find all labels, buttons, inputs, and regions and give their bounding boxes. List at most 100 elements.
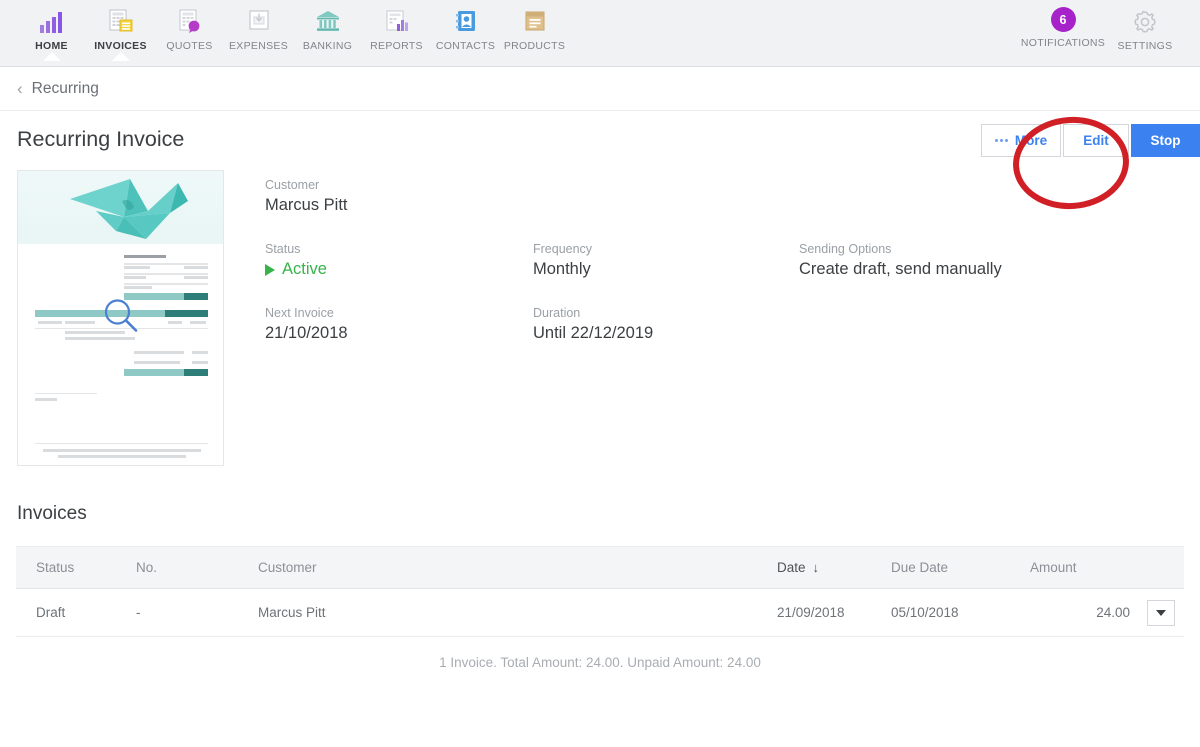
magnifier-icon	[102, 297, 140, 340]
primary-nav-group: HOME INVOICES QUOTES EXPENSES BANKING RE…	[0, 0, 569, 61]
page-header: Recurring Invoice More Edit Stop	[0, 111, 1200, 167]
notification-badge-icon: 6	[1050, 7, 1076, 32]
active-play-icon	[265, 263, 275, 276]
nav-active-pointer-invoices	[111, 52, 130, 61]
column-header-actions	[1130, 546, 1184, 589]
nav-item-settings[interactable]: SETTINGS	[1104, 0, 1186, 52]
more-button-label: More	[1014, 133, 1048, 148]
nav-label-invoices: INVOICES	[94, 40, 147, 52]
table-row[interactable]: Draft - Marcus Pitt 21/09/2018 05/10/201…	[16, 588, 1184, 637]
column-header-status[interactable]: Status	[16, 546, 136, 589]
invoices-table-header: Status No. Customer Date ↓ Due Date Amoun…	[16, 546, 1184, 589]
origami-butterfly-graphic	[70, 179, 188, 239]
stop-button-label: Stop	[1150, 133, 1181, 148]
stop-button[interactable]: Stop	[1131, 124, 1200, 157]
column-header-due-date[interactable]: Due Date	[891, 546, 1030, 589]
nav-label-contacts: CONTACTS	[435, 40, 496, 52]
edit-button-label: Edit	[1083, 133, 1109, 148]
field-label-status: Status	[265, 242, 301, 256]
more-button[interactable]: More	[981, 124, 1061, 157]
column-header-date-label: Date	[777, 560, 806, 575]
field-value-next-invoice: 21/10/2018	[265, 324, 348, 342]
cell-amount: 24.00	[1030, 588, 1130, 637]
invoices-summary: 1 Invoice. Total Amount: 24.00. Unpaid A…	[439, 655, 761, 670]
detail-row-customer: Customer Marcus Pitt	[265, 178, 1183, 215]
nav-label-quotes: QUOTES	[166, 40, 213, 52]
invoices-section-title: Invoices	[17, 503, 87, 524]
invoice-document-icon	[106, 7, 136, 35]
nav-item-contacts[interactable]: CONTACTS	[431, 0, 500, 52]
column-header-date[interactable]: Date ↓	[777, 546, 891, 589]
more-dots-icon	[994, 139, 1008, 142]
field-next-invoice: Next Invoice 21/10/2018	[265, 306, 533, 343]
cell-no: -	[136, 588, 258, 637]
cell-status: Draft	[16, 588, 136, 637]
field-label-frequency: Frequency	[533, 242, 593, 256]
column-header-customer[interactable]: Customer	[258, 546, 777, 589]
field-customer: Customer Marcus Pitt	[265, 178, 533, 215]
quote-document-icon	[175, 7, 205, 35]
breadcrumb-back-label[interactable]: Recurring	[32, 80, 99, 98]
back-chevron-icon[interactable]: ‹	[17, 80, 23, 97]
field-sending-options: Sending Options Create draft, send manua…	[799, 242, 1099, 279]
detail-row-status: Status Active Frequency Monthly Sending …	[265, 242, 1183, 279]
nav-label-notifications: NOTIFICATIONS	[1020, 37, 1106, 49]
recurring-invoice-details: Customer Marcus Pitt Status Active Frequ…	[0, 170, 1200, 466]
nav-label-banking: BANKING	[302, 40, 353, 52]
field-value-frequency: Monthly	[533, 260, 591, 278]
nav-active-pointer-home	[42, 52, 61, 61]
page-action-buttons: More Edit Stop	[981, 124, 1200, 157]
invoice-logo-banner	[18, 171, 223, 244]
invoice-preview-thumbnail[interactable]	[17, 170, 224, 466]
gear-icon	[1130, 7, 1160, 35]
nav-label-home: HOME	[35, 40, 68, 52]
bank-building-icon	[313, 7, 343, 35]
detail-fields-grid: Customer Marcus Pitt Status Active Frequ…	[224, 170, 1183, 466]
field-value-duration: Until 22/12/2019	[533, 324, 654, 342]
nav-label-products: PRODUCTS	[503, 40, 566, 52]
sort-descending-icon: ↓	[812, 560, 820, 575]
expense-receipt-icon	[244, 7, 274, 35]
detail-row-schedule: Next Invoice 21/10/2018 Duration Until 2…	[265, 306, 1183, 343]
field-value-status: Active	[265, 260, 533, 279]
invoices-table: Status No. Customer Date ↓ Due Date Amoun…	[16, 546, 1184, 637]
products-box-icon	[520, 7, 550, 35]
field-status: Status Active	[265, 242, 533, 279]
nav-item-notifications[interactable]: 6 NOTIFICATIONS	[1020, 0, 1106, 52]
top-navigation-bar: HOME INVOICES QUOTES EXPENSES BANKING RE…	[0, 0, 1200, 67]
breadcrumb[interactable]: ‹ Recurring	[0, 67, 1200, 111]
row-menu-button[interactable]	[1147, 599, 1175, 626]
nav-item-reports[interactable]: REPORTS	[362, 0, 431, 52]
invoices-section: Invoices Status No. Customer Date ↓ Due D…	[0, 503, 1200, 670]
nav-item-banking[interactable]: BANKING	[293, 0, 362, 52]
bar-chart-icon	[37, 7, 67, 35]
field-label-customer: Customer	[265, 178, 320, 192]
field-value-customer: Marcus Pitt	[265, 196, 348, 214]
nav-item-invoices[interactable]: INVOICES	[86, 0, 155, 61]
nav-item-expenses[interactable]: EXPENSES	[224, 0, 293, 52]
nav-label-reports: REPORTS	[370, 40, 423, 52]
cell-actions	[1130, 588, 1184, 637]
column-header-amount[interactable]: Amount	[1030, 546, 1130, 589]
nav-item-products[interactable]: PRODUCTS	[500, 0, 569, 52]
contacts-book-icon	[451, 7, 481, 35]
field-duration: Duration Until 22/12/2019	[533, 306, 799, 343]
page-title: Recurring Invoice	[17, 126, 185, 151]
nav-item-home[interactable]: HOME	[17, 0, 86, 61]
field-label-next-invoice: Next Invoice	[265, 306, 334, 320]
table-header-row: Status No. Customer Date ↓ Due Date Amoun…	[16, 546, 1184, 589]
field-label-sending-options: Sending Options	[799, 242, 892, 256]
status-badge: Active	[282, 260, 327, 278]
cell-date: 21/09/2018	[777, 588, 891, 637]
cell-customer: Marcus Pitt	[258, 588, 777, 637]
edit-button[interactable]: Edit	[1063, 124, 1129, 157]
nav-label-expenses: EXPENSES	[228, 40, 288, 52]
field-label-duration: Duration	[533, 306, 581, 320]
report-chart-icon	[382, 7, 412, 35]
nav-label-settings: SETTINGS	[1117, 40, 1173, 52]
cell-due-date: 05/10/2018	[891, 588, 1030, 637]
nav-item-quotes[interactable]: QUOTES	[155, 0, 224, 52]
column-header-no[interactable]: No.	[136, 546, 258, 589]
field-value-sending-options: Create draft, send manually	[799, 260, 1002, 278]
chevron-down-icon	[1156, 609, 1166, 616]
